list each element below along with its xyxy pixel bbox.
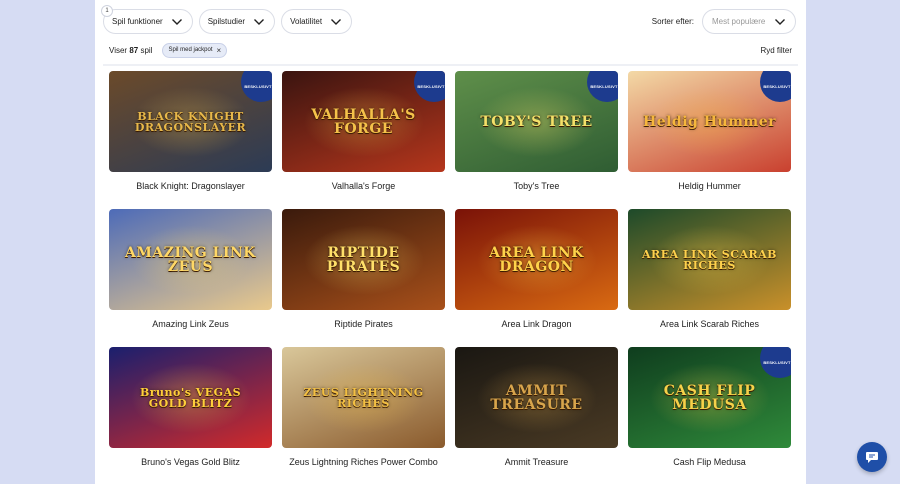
filter-label: Volatilitet bbox=[290, 17, 323, 26]
game-title[interactable]: Zeus Lightning Riches Power Combo bbox=[282, 457, 445, 467]
game-card[interactable]: RIPTIDE PIRATES Riptide Pirates bbox=[282, 209, 445, 332]
game-title[interactable]: Valhalla's Forge bbox=[282, 181, 445, 191]
sort-selected-value: Mest populære bbox=[712, 17, 766, 26]
game-art-title: RIPTIDE PIRATES bbox=[326, 244, 401, 275]
game-art-title: AREA LINK SCARAB RICHES bbox=[642, 247, 777, 272]
divider bbox=[103, 64, 798, 66]
exclusive-badge: BESKLUSIVT bbox=[587, 71, 618, 102]
active-filter-count-badge: 1 bbox=[101, 5, 113, 17]
clear-filters-link[interactable]: Ryd filter bbox=[760, 46, 792, 55]
sort-select[interactable]: Mest populære bbox=[702, 9, 796, 34]
results-status-row: Viser 87 spil Spil med jackpot × Ryd fil… bbox=[109, 42, 792, 58]
game-thumbnail[interactable]: RIPTIDE PIRATES bbox=[282, 209, 445, 310]
chevron-down-icon bbox=[171, 18, 182, 25]
active-filter-chip[interactable]: Spil med jackpot × bbox=[162, 42, 228, 58]
game-card[interactable]: CASH FLIP MEDUSA BESKLUSIVT Cash Flip Medu… bbox=[628, 347, 791, 470]
game-thumbnail[interactable]: Bruno's VEGAS GOLD BLITZ bbox=[109, 347, 272, 448]
sort-label: Sorter efter: bbox=[651, 17, 694, 26]
game-card[interactable]: AREA LINK DRAGON Area Link Dragon bbox=[455, 209, 618, 332]
game-thumbnail[interactable]: AREA LINK DRAGON bbox=[455, 209, 618, 310]
exclusive-badge: BESKLUSIVT bbox=[760, 71, 791, 102]
game-grid: BLACK KNIGHT DRAGONSLAYER BESKLUSIVT Black… bbox=[109, 71, 792, 470]
game-title[interactable]: Heldig Hummer bbox=[628, 181, 791, 191]
game-thumbnail[interactable]: TOBY'S TREE BESKLUSIVT bbox=[455, 71, 618, 172]
chevron-down-icon bbox=[254, 18, 265, 25]
game-card[interactable]: TOBY'S TREE BESKLUSIVT Toby's Tree bbox=[455, 71, 618, 194]
game-title[interactable]: Ammit Treasure bbox=[455, 457, 618, 467]
game-art-title: Bruno's VEGAS GOLD BLITZ bbox=[139, 385, 242, 410]
filter-studios-button[interactable]: Spilstudier bbox=[198, 9, 276, 34]
game-thumbnail[interactable]: VALHALLA'S FORGE BESKLUSIVT bbox=[282, 71, 445, 172]
game-thumbnail[interactable]: AMAZING LINK ZEUS bbox=[109, 209, 272, 310]
game-card[interactable]: VALHALLA'S FORGE BESKLUSIVT Valhalla's For… bbox=[282, 71, 445, 194]
game-title[interactable]: Area Link Scarab Riches bbox=[628, 319, 791, 329]
exclusive-badge: BESKLUSIVT bbox=[414, 71, 445, 102]
filter-bar: 1 Spil funktioner Spilstudier Volatilite… bbox=[101, 5, 353, 34]
game-card[interactable]: AMAZING LINK ZEUS Amazing Link Zeus bbox=[109, 209, 272, 332]
game-title[interactable]: Toby's Tree bbox=[455, 181, 618, 191]
game-thumbnail[interactable]: BLACK KNIGHT DRAGONSLAYER BESKLUSIVT bbox=[109, 71, 272, 172]
game-art-title: Heldig Hummer bbox=[642, 113, 777, 130]
chat-bubble-icon bbox=[866, 452, 878, 463]
filter-label: Spil funktioner bbox=[112, 17, 163, 26]
game-card[interactable]: AREA LINK SCARAB RICHES Area Link Scarab … bbox=[628, 209, 791, 332]
filter-label: Spilstudier bbox=[207, 17, 246, 26]
game-card[interactable]: Bruno's VEGAS GOLD BLITZ Bruno's Vegas Go… bbox=[109, 347, 272, 470]
chevron-down-icon bbox=[331, 18, 342, 25]
game-thumbnail[interactable]: CASH FLIP MEDUSA BESKLUSIVT bbox=[628, 347, 791, 448]
chevron-down-icon bbox=[775, 18, 785, 25]
game-art-title: AMAZING LINK ZEUS bbox=[125, 244, 256, 275]
chip-label: Spil med jackpot bbox=[168, 47, 213, 53]
game-art-title: VALHALLA'S FORGE bbox=[311, 106, 416, 137]
game-card[interactable]: Heldig Hummer BESKLUSIVT Heldig Hummer bbox=[628, 71, 791, 194]
game-title[interactable]: Bruno's Vegas Gold Blitz bbox=[109, 457, 272, 467]
sort-control: Sorter efter: Mest populære bbox=[652, 9, 796, 34]
game-art-title: AMMIT TREASURE bbox=[490, 382, 583, 413]
filter-volatility-button[interactable]: Volatilitet bbox=[281, 9, 353, 34]
game-art-title: BLACK KNIGHT DRAGONSLAYER bbox=[134, 109, 247, 134]
game-title[interactable]: Amazing Link Zeus bbox=[109, 319, 272, 329]
game-title[interactable]: Riptide Pirates bbox=[282, 319, 445, 329]
game-lobby-panel: 1 Spil funktioner Spilstudier Volatilite… bbox=[95, 0, 806, 484]
exclusive-badge: BESKLUSIVT bbox=[760, 347, 791, 378]
exclusive-badge: BESKLUSIVT bbox=[241, 71, 272, 102]
game-thumbnail[interactable]: AMMIT TREASURE bbox=[455, 347, 618, 448]
game-card[interactable]: ZEUS LIGHTNING RICHES Zeus Lightning Rich… bbox=[282, 347, 445, 470]
game-title[interactable]: Cash Flip Medusa bbox=[628, 457, 791, 467]
game-card[interactable]: AMMIT TREASURE Ammit Treasure bbox=[455, 347, 618, 470]
game-thumbnail[interactable]: ZEUS LIGHTNING RICHES bbox=[282, 347, 445, 448]
chat-support-button[interactable] bbox=[857, 442, 887, 472]
game-art-title: CASH FLIP MEDUSA bbox=[663, 382, 756, 413]
game-title[interactable]: Area Link Dragon bbox=[455, 319, 618, 329]
game-art-title: ZEUS LIGHTNING RICHES bbox=[303, 385, 424, 410]
results-count: Viser 87 spil bbox=[109, 45, 153, 55]
game-art-title: TOBY'S TREE bbox=[480, 113, 593, 130]
game-thumbnail[interactable]: AREA LINK SCARAB RICHES bbox=[628, 209, 791, 310]
game-thumbnail[interactable]: Heldig Hummer BESKLUSIVT bbox=[628, 71, 791, 172]
game-art-title: AREA LINK DRAGON bbox=[489, 244, 584, 275]
game-title[interactable]: Black Knight: Dragonslayer bbox=[109, 181, 272, 191]
game-card[interactable]: BLACK KNIGHT DRAGONSLAYER BESKLUSIVT Black… bbox=[109, 71, 272, 194]
remove-chip-icon[interactable]: × bbox=[217, 46, 222, 55]
filter-game-features-button[interactable]: 1 Spil funktioner bbox=[101, 5, 193, 34]
